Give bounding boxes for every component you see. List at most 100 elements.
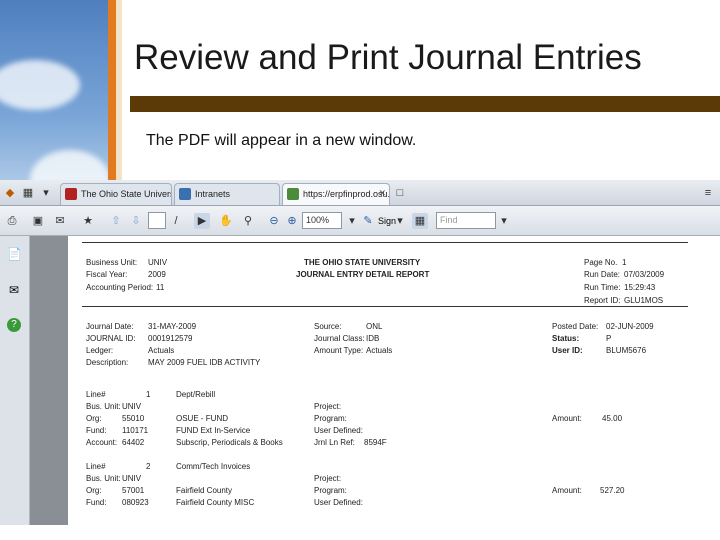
tab-list-icon[interactable]: ▾ bbox=[38, 185, 54, 201]
bus-unit-label: Bus. Unit: bbox=[86, 402, 121, 411]
journal-id-label: JOURNAL ID: bbox=[86, 334, 136, 343]
fund-label: Fund: bbox=[86, 498, 107, 507]
description-label: Description: bbox=[86, 358, 129, 367]
org-label: Org: bbox=[86, 414, 102, 423]
pdf-document-area: Business Unit: UNIV Fiscal Year: 2009 Ac… bbox=[30, 236, 720, 525]
slide-title: Review and Print Journal Entries bbox=[134, 38, 642, 77]
fund-description: FUND Ext In-Service bbox=[176, 426, 251, 435]
posted-date-label: Posted Date: bbox=[552, 322, 599, 331]
zoom-out-icon[interactable]: ⊖ bbox=[266, 213, 282, 229]
line-number-value: 1 bbox=[146, 390, 151, 399]
previous-page-icon[interactable]: ⇧ bbox=[108, 213, 124, 229]
program-label: Program: bbox=[314, 486, 347, 495]
report-title: JOURNAL ENTRY DETAIL REPORT bbox=[296, 270, 430, 279]
separator bbox=[392, 213, 408, 229]
next-page-icon[interactable]: ⇩ bbox=[128, 213, 144, 229]
journal-date-label: Journal Date: bbox=[86, 322, 134, 331]
menu-icon[interactable]: ≡ bbox=[700, 185, 716, 201]
account-value: 64402 bbox=[122, 438, 145, 447]
fit-page-icon[interactable]: ▦ bbox=[412, 213, 428, 229]
page-count-icon: / bbox=[174, 215, 178, 227]
run-time-value: 15:29:43 bbox=[624, 283, 656, 292]
journal-class-label: Journal Class: bbox=[314, 334, 365, 343]
run-date-label: Run Date: bbox=[584, 270, 621, 279]
print-icon[interactable]: ⎙ bbox=[4, 213, 20, 229]
help-icon[interactable]: ? bbox=[7, 318, 21, 332]
zoom-level-input[interactable]: 100% bbox=[302, 212, 342, 229]
user-id-label: User ID: bbox=[552, 346, 583, 355]
tab-intranets[interactable]: Intranets bbox=[174, 183, 280, 205]
select-tool-icon[interactable]: ▶ bbox=[194, 213, 210, 229]
line-number-value: 2 bbox=[146, 462, 151, 471]
ledger-label: Ledger: bbox=[86, 346, 114, 355]
org-description: Fairfield County bbox=[176, 486, 233, 495]
save-icon[interactable]: ▣ bbox=[30, 213, 46, 229]
tab-grid-icon[interactable]: ▦ bbox=[20, 185, 36, 201]
user-defined-label: User Defined: bbox=[314, 498, 363, 507]
amount-label: Amount: bbox=[552, 414, 582, 423]
tab-osu[interactable]: The Ohio State University Ex... bbox=[60, 183, 172, 205]
title-rule bbox=[130, 96, 720, 112]
source-label: Source: bbox=[314, 322, 342, 331]
amount-value: 45.00 bbox=[602, 414, 623, 423]
attachments-icon[interactable]: ✉ bbox=[7, 282, 21, 298]
jrnl-ln-ref-label: Jrnl Ln Ref: bbox=[314, 438, 355, 447]
fund-description: Fairfield County MISC bbox=[176, 498, 255, 507]
posted-date-value: 02-JUN-2009 bbox=[606, 322, 654, 331]
zoom-dropdown-icon[interactable]: ▾ bbox=[344, 213, 360, 229]
page-favicon-icon bbox=[179, 188, 191, 200]
find-input[interactable]: Find bbox=[436, 212, 496, 229]
org-description: OSUE - FUND bbox=[176, 414, 228, 423]
jrnl-ln-ref-value: 8594F bbox=[364, 438, 387, 447]
report-org-title: THE OHIO STATE UNIVERSITY bbox=[304, 258, 421, 267]
pdf-toolbar: ⎙ ▣ ✉ ★ ⇧ ⇩ / ▶ ✋ ⚲ ⊖ ⊕ 100% ▾ ✎ Sign ▾ … bbox=[0, 206, 720, 236]
page-number-input[interactable] bbox=[148, 212, 166, 229]
amount-value: 527.20 bbox=[600, 486, 625, 495]
pdf-browser-screenshot: ◆ ▦ ▾ The Ohio State University Ex... In… bbox=[0, 180, 720, 525]
find-placeholder: Find bbox=[440, 215, 458, 225]
pdf-page: Business Unit: UNIV Fiscal Year: 2009 Ac… bbox=[68, 236, 720, 525]
tab-label: Intranets bbox=[195, 189, 231, 199]
zoom-in-icon[interactable]: ⊕ bbox=[284, 213, 300, 229]
line-number-label: Line# bbox=[86, 390, 106, 399]
status-value: P bbox=[606, 334, 612, 343]
fiscal-year-value: 2009 bbox=[148, 270, 166, 279]
page-no-label: Page No. bbox=[584, 258, 618, 267]
journal-id-value: 0001912579 bbox=[148, 334, 193, 343]
amount-type-value: Actuals bbox=[366, 346, 393, 355]
business-unit-label: Business Unit: bbox=[86, 258, 138, 267]
osu-favicon-icon bbox=[65, 188, 77, 200]
line-number-label: Line# bbox=[86, 462, 106, 471]
report-top-rule bbox=[82, 242, 688, 243]
sign-icon[interactable]: ✎ bbox=[360, 213, 376, 229]
tab-label: https://erpfinprod.osu.edu... bbox=[303, 189, 390, 199]
accounting-period-label: Accounting Period: bbox=[86, 283, 154, 292]
bus-unit-value: UNIV bbox=[122, 474, 142, 483]
email-icon[interactable]: ✉ bbox=[52, 213, 68, 229]
amount-label: Amount: bbox=[552, 486, 582, 495]
report-id-label: Report ID: bbox=[584, 296, 621, 305]
run-date-value: 07/03/2009 bbox=[624, 270, 665, 279]
find-dropdown-icon[interactable]: ▾ bbox=[496, 213, 512, 229]
line-description: Dept/Rebill bbox=[176, 390, 216, 399]
tab-erpfinprod[interactable]: https://erpfinprod.osu.edu... ✕ bbox=[282, 183, 390, 205]
hand-tool-icon[interactable]: ★ bbox=[80, 213, 96, 229]
business-unit-value: UNIV bbox=[148, 258, 168, 267]
account-label: Account: bbox=[86, 438, 118, 447]
status-label: Status: bbox=[552, 334, 580, 343]
marquee-zoom-icon[interactable]: ⚲ bbox=[240, 213, 256, 229]
ledger-value: Actuals bbox=[148, 346, 175, 355]
fund-value: 110171 bbox=[122, 426, 149, 435]
new-tab-icon[interactable]: □ bbox=[392, 185, 408, 201]
account-description: Subscrip, Periodicals & Books bbox=[176, 438, 283, 447]
fiscal-year-label: Fiscal Year: bbox=[86, 270, 128, 279]
pages-panel-icon[interactable]: 📄 bbox=[7, 246, 22, 262]
org-label: Org: bbox=[86, 486, 102, 495]
close-tab-icon[interactable]: ✕ bbox=[378, 188, 386, 199]
report-id-value: GLU1MOS bbox=[624, 296, 664, 305]
user-defined-label: User Defined: bbox=[314, 426, 363, 435]
hand-icon[interactable]: ✋ bbox=[218, 213, 234, 229]
org-value: 55010 bbox=[122, 414, 145, 423]
slide-body-text: The PDF will appear in a new window. bbox=[146, 132, 417, 149]
bus-unit-label: Bus. Unit: bbox=[86, 474, 121, 483]
